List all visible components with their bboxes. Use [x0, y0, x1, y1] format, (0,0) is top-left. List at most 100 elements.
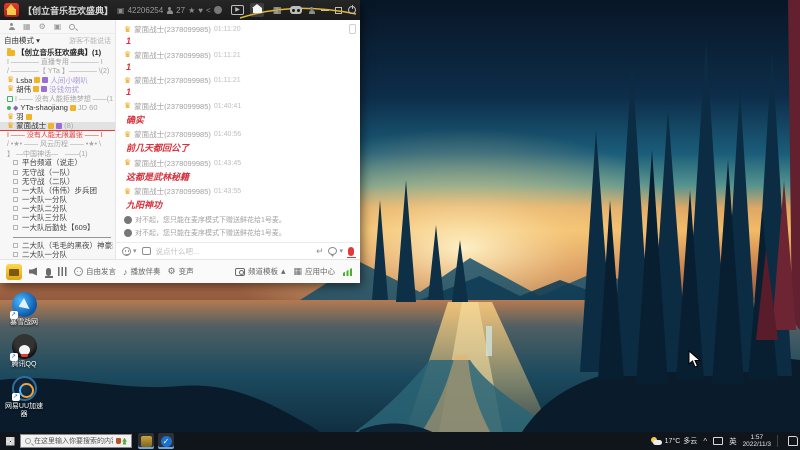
clock-date: 2022/11/3: [742, 441, 771, 448]
like-icon[interactable]: ♥: [198, 6, 203, 15]
display-tray-icon[interactable]: [713, 437, 724, 445]
profile-icon[interactable]: [308, 6, 315, 14]
crown-icon: ♛: [124, 101, 132, 110]
share-icon[interactable]: <: [206, 6, 211, 15]
weather-icon: [650, 436, 662, 446]
sender-name[interactable]: 蒙面战士(2378099985): [134, 129, 211, 140]
tree-channel[interactable]: 一大队三分队: [0, 213, 115, 222]
screenshot-icon[interactable]: [141, 247, 151, 255]
message-time: 01:11:21: [213, 51, 241, 59]
favorite-star-icon[interactable]: ★: [188, 6, 195, 15]
speaker-icon[interactable]: [29, 267, 39, 276]
desktop-icon-qq[interactable]: ↗ 腾讯QQ: [2, 334, 46, 369]
maximize-button[interactable]: [335, 6, 342, 14]
send-icon[interactable]: ↵: [316, 246, 324, 257]
voice-chat-window: 【创立音乐狂欢盛典】 ▣ 42206254 27 ★ ♥ < ▶ ▦ ▦ ⚙ ▣…: [0, 0, 360, 283]
sender-name[interactable]: 蒙面战士(2378099985): [134, 158, 211, 169]
sender-name[interactable]: 蒙面战士(2378099985): [134, 75, 211, 86]
green-checkbox-icon: [7, 95, 13, 102]
tree-subchannel[interactable]: I —— 没有人能拒绝梦想 ——(1): [0, 94, 115, 103]
message-mode-icon[interactable]: [328, 247, 338, 257]
info-icon: [124, 215, 132, 224]
tree-subchannel[interactable]: I —— 没有人能无限嚣张 —— I: [0, 131, 115, 140]
settings-gear-icon[interactable]: ⚙: [39, 22, 46, 31]
home-button[interactable]: [250, 3, 264, 17]
tree-channel[interactable]: 二大队一分队: [0, 250, 115, 259]
tree-channel[interactable]: 二大队（毛毛的黑夜）神豪部(1): [0, 241, 115, 250]
info-icon[interactable]: [213, 6, 222, 14]
message-time: 01:40:56: [213, 131, 242, 138]
tree-user[interactable]: ♛ 羽: [0, 112, 115, 121]
free-speech-button[interactable]: 自由发言: [74, 266, 116, 277]
tree-channel[interactable]: 一大队二分队: [0, 204, 115, 213]
push-to-talk-mic-icon[interactable]: [346, 246, 356, 258]
minimize-button[interactable]: [321, 9, 329, 11]
vip-badge-icon: [56, 122, 63, 129]
tree-subchannel[interactable]: / ————【 YTa 】———— \(2): [0, 66, 115, 75]
message-text: 确实: [126, 114, 145, 125]
collection-icon[interactable]: ▦: [23, 22, 31, 31]
desktop-icon-uu[interactable]: ↗ 网易UU加速器: [2, 376, 46, 419]
tree-subchannel[interactable]: I ———— 直播专用 ———— I: [0, 57, 115, 66]
tree-user[interactable]: ♛ Lsba 人间小喇叭: [0, 76, 115, 85]
hidden-icons-caret[interactable]: ^: [703, 437, 707, 446]
channel-id: 42206254: [127, 5, 164, 15]
close-button[interactable]: [348, 5, 356, 14]
game-center-icon[interactable]: [290, 6, 302, 14]
tree-subchannel[interactable]: 】 ―中国神话― ——(1): [0, 149, 115, 158]
chat-scrollbar[interactable]: [349, 24, 356, 34]
action-center-icon[interactable]: [788, 436, 798, 446]
layout-icon[interactable]: ▣: [54, 22, 62, 31]
chat-input[interactable]: 说点什么吧...: [156, 246, 311, 257]
tree-user-selected[interactable]: ♛ 蒙面战士 (8): [0, 121, 115, 131]
message-mode-caret-icon[interactable]: ▾: [339, 247, 343, 255]
chat-message: ♛ 蒙面战士(2378099985) 01:43:55 九阳神功: [124, 186, 352, 211]
live-screen-icon[interactable]: ▶: [231, 5, 244, 15]
message-time: 01:11:21: [213, 77, 241, 84]
tree-channel[interactable]: 平台频道（说走）: [0, 158, 115, 167]
tree-channel[interactable]: 一大队一分队: [0, 195, 115, 204]
crown-icon: ♛: [124, 129, 132, 139]
microphone-icon[interactable]: [44, 267, 53, 278]
tree-user[interactable]: ♛ 胡伟 没钱勿扰: [0, 85, 115, 94]
clock-time: 1:57: [750, 433, 764, 441]
tree-channel[interactable]: 一大队（伟伟）步兵团: [0, 186, 115, 195]
app-center-button[interactable]: ▦ 应用中心: [293, 266, 335, 277]
smiley-icon: [74, 267, 83, 276]
sender-name[interactable]: 蒙面战士(2378099985): [134, 186, 211, 197]
mic-mode-dropdown[interactable]: 自由模式 ▾: [4, 35, 40, 46]
taskbar-app-browser[interactable]: ✓: [158, 433, 174, 449]
tree-channel[interactable]: 无守战（一队）: [0, 167, 115, 177]
emoji-picker-icon[interactable]: [122, 246, 131, 256]
tree-user[interactable]: ◆ YTa-shaojiang JD 60: [0, 103, 115, 112]
play-accompaniment-button[interactable]: ♪ 播放伴奏: [123, 266, 161, 277]
tree-channel[interactable]: 无守战（二队）: [0, 177, 115, 186]
weather-widget[interactable]: 17°C 多云: [650, 436, 697, 446]
online-count: 27: [176, 5, 186, 15]
message-time: 01:43:55: [213, 188, 242, 195]
message-text: 1: [126, 61, 132, 72]
mixer-sliders-icon[interactable]: [58, 267, 67, 276]
tree-channel[interactable]: 一大队后勤处【609】: [0, 223, 115, 232]
titlebar[interactable]: 【创立音乐狂欢盛典】 ▣ 42206254 27 ★ ♥ < ▶ ▦: [0, 0, 360, 20]
taskbar-search-box[interactable]: 在这里输入你要搜索的内容: [20, 434, 132, 448]
emoji-caret-icon[interactable]: ▾: [133, 247, 137, 255]
tree-root-channel[interactable]: 【创立音乐狂欢盛典】(1): [0, 48, 115, 57]
voice-change-button[interactable]: ⚙ 变声: [168, 266, 194, 277]
sender-name[interactable]: 蒙面战士(2378099985): [134, 50, 211, 61]
taskbar-app-voicechat[interactable]: [138, 433, 154, 449]
search-icon[interactable]: [69, 23, 76, 30]
ime-indicator[interactable]: 英: [729, 436, 737, 447]
channel-logo-icon[interactable]: [6, 263, 22, 280]
taskbar-clock[interactable]: 1:57 2022/11/3: [743, 434, 771, 449]
desktop-icon-battlenet[interactable]: ↗ 暴雪战网: [2, 292, 46, 327]
channel-template-button[interactable]: 频道模板 ▴: [234, 266, 285, 277]
crown-icon: ♛: [7, 75, 15, 85]
member-list-icon[interactable]: [8, 23, 15, 30]
sender-name[interactable]: 蒙面战士(2378099985): [134, 24, 211, 35]
sender-name[interactable]: 蒙面战士(2378099985): [134, 101, 211, 112]
tree-subchannel[interactable]: / •★• —— 风云历程 —— •★• \: [0, 140, 115, 149]
medal-badge-icon: [25, 113, 32, 120]
channel-grid-button[interactable]: ▦: [270, 3, 284, 17]
start-button[interactable]: [0, 432, 20, 450]
